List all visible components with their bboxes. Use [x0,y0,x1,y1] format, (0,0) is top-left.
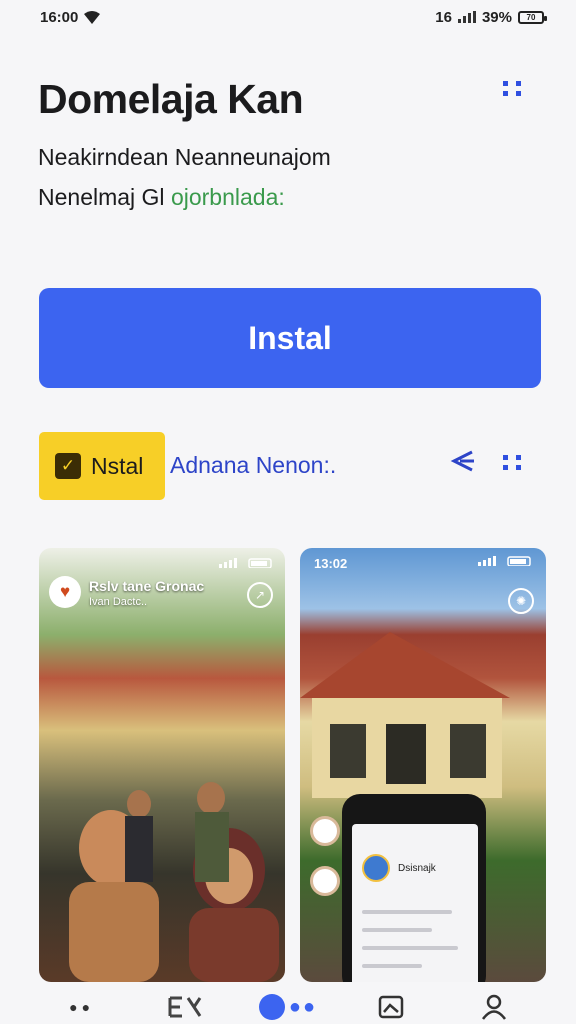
app-tagline: Nenelmaj Gl ojorbnlada: [38,184,285,211]
screenshot-1[interactable]: ♥ Rslv tane Gronac Ivan Dactc.. ↗ [39,548,285,982]
install-button[interactable]: Instal [39,288,541,388]
wifi-icon [84,11,101,24]
phone-text-line [362,964,422,968]
house-image [300,632,510,798]
developer-chip[interactable]: ✓ Nstal [39,432,165,500]
tagline-highlight: ojorbnlada: [170,184,285,210]
menu-dots-icon[interactable] [503,81,521,96]
tagline-prefix: Nenelmaj Gl [38,184,165,210]
shot1-title: Rslv tane Gronac [89,578,205,594]
compass-icon[interactable]: ↗ [247,582,273,608]
app-title: Domelaja Kan [38,76,304,122]
bottom-nav: ●● ●● [0,990,576,1024]
phone-text-line [362,910,452,914]
phone-mockup: Dsisnajk [342,794,486,982]
family-photo-image [69,782,279,982]
app-subtitle: Neakirndean Neanneunajom [38,144,331,170]
avatar [310,866,340,896]
shot2-time: 13:02 [314,556,348,571]
more-options-icon[interactable] [503,455,521,470]
phone-name: Dsisnajk [398,862,436,874]
shot1-subtitle: Ivan Dactc.. [89,596,148,608]
battery-icon: 70 [518,10,547,24]
phone-text-line [362,928,432,932]
signal-label: 16 [435,8,452,26]
image-icon[interactable] [361,992,421,1022]
share-icon[interactable] [448,449,476,473]
shot-signal-icon [219,558,272,568]
avatar [310,816,340,846]
check-icon: ✓ [55,453,81,479]
developer-name[interactable]: Adnana Nenon:. [170,452,336,479]
heart-icon: ♥ [49,576,81,608]
explore-icon[interactable]: ●● [258,992,318,1022]
list-icon[interactable] [155,992,215,1022]
status-bar: 16:00 16 39% 70 [0,0,576,34]
phone-text-line [362,946,458,950]
phone-profile-card: Dsisnajk [362,854,436,882]
home-icon[interactable]: ●● [52,992,112,1022]
signal-icon [457,11,476,23]
screenshot-2[interactable]: 13:02 ✺ Dsisnajk [300,548,546,982]
settings-icon[interactable]: ✺ [508,588,534,614]
shot2-signal-icon [478,556,531,566]
profile-icon[interactable] [464,992,524,1022]
chip-label: Nstal [91,452,144,479]
phone-screen: Dsisnajk [352,824,478,982]
status-time: 16:00 [40,8,79,26]
battery-percent: 39% [481,8,512,26]
avatar [362,854,390,882]
